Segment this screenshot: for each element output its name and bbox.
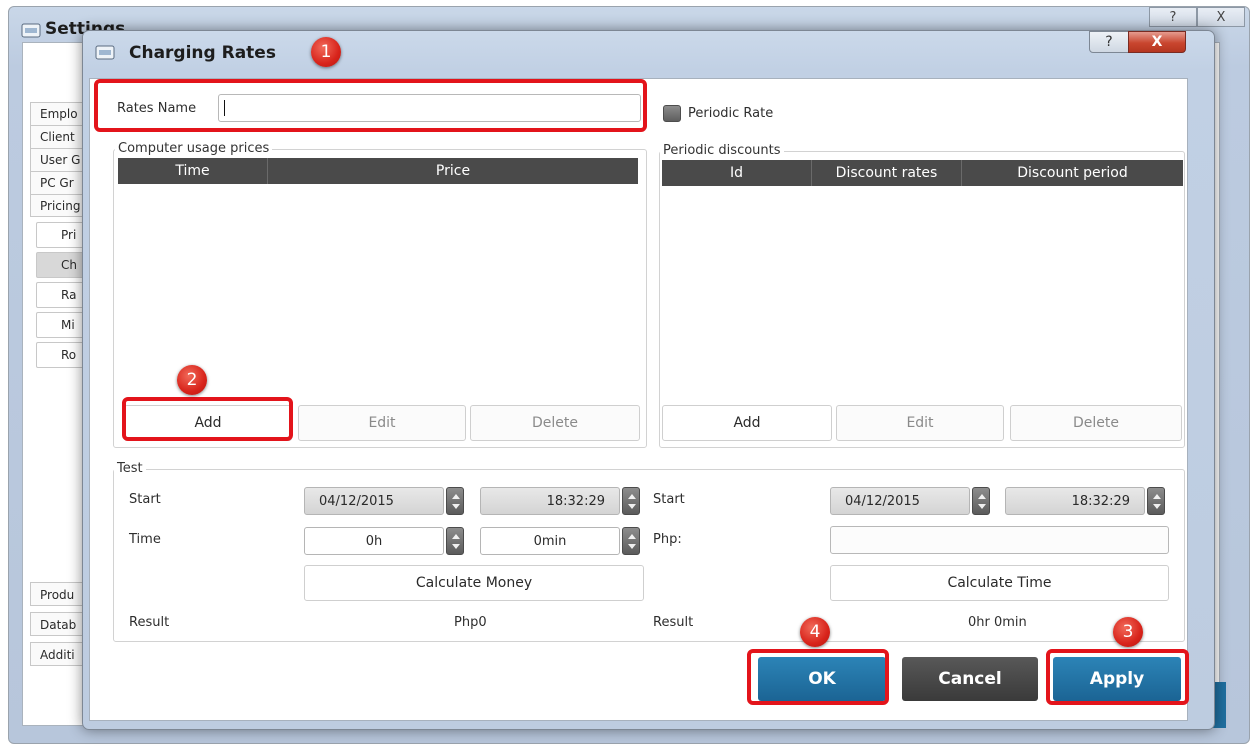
test-result-money: Php0 <box>454 615 487 630</box>
column-discount-rates[interactable]: Discount rates <box>812 160 962 186</box>
discount-delete-button[interactable]: Delete <box>1010 405 1182 441</box>
settings-window-controls: ? X <box>1149 7 1245 27</box>
test-result-label: Result <box>129 615 170 630</box>
sidebar-item-products[interactable]: Produ <box>30 582 90 606</box>
test-right-start-date-value: 04/12/2015 <box>845 493 920 509</box>
test-right-result-label: Result <box>653 615 694 630</box>
step-badge-3: 3 <box>1113 617 1143 647</box>
test-minutes-value: 0min <box>533 533 567 549</box>
usage-prices-title: Computer usage prices <box>115 141 273 156</box>
periodic-discounts-title: Periodic discounts <box>660 143 784 158</box>
test-result-time: 0hr 0min <box>968 615 1027 630</box>
close-icon: X <box>1216 9 1226 25</box>
sidebar-item-clients[interactable]: Client <box>30 125 90 148</box>
column-discount-period[interactable]: Discount period <box>962 160 1183 186</box>
usage-delete-button[interactable]: Delete <box>470 405 640 441</box>
sidebar-item-pricing[interactable]: Pricing <box>30 194 90 217</box>
test-right-start-time[interactable]: 18:32:29 <box>1005 487 1145 515</box>
test-start-date-spinner[interactable] <box>446 487 464 515</box>
usage-prices-header: Time Price <box>118 158 638 184</box>
calculate-money-button[interactable]: Calculate Money <box>304 565 644 601</box>
usage-add-button[interactable]: Add <box>124 405 292 441</box>
test-right-start-date-spinner[interactable] <box>972 487 990 515</box>
test-right-start-label: Start <box>653 492 685 507</box>
test-minutes-input[interactable]: 0min <box>480 527 620 555</box>
test-start-time-value: 18:32:29 <box>546 493 605 509</box>
step-badge-4: 4 <box>800 617 830 647</box>
column-time[interactable]: Time <box>118 158 268 184</box>
calculate-time-button[interactable]: Calculate Time <box>830 565 1169 601</box>
usage-edit-button[interactable]: Edit <box>298 405 466 441</box>
test-right-start-date[interactable]: 04/12/2015 <box>830 487 970 515</box>
test-start-label: Start <box>129 492 161 507</box>
dialog-body: Rates Name Periodic Rate Computer usage … <box>89 78 1188 721</box>
test-right-start-time-value: 18:32:29 <box>1071 493 1130 509</box>
sidebar-item-pc-groups[interactable]: PC Gr <box>30 171 90 194</box>
cancel-button[interactable]: Cancel <box>902 657 1038 701</box>
rates-name-input[interactable] <box>218 94 641 122</box>
sidebar-item-additional[interactable]: Additi <box>30 642 90 666</box>
close-icon: X <box>1151 34 1163 50</box>
dialog-close-button[interactable]: X <box>1128 31 1186 53</box>
settings-help-button[interactable]: ? <box>1149 7 1197 27</box>
test-start-date[interactable]: 04/12/2015 <box>304 487 444 515</box>
test-hours-value: 0h <box>365 533 383 549</box>
ok-button[interactable]: OK <box>758 657 886 701</box>
rates-name-label: Rates Name <box>117 101 197 116</box>
periodic-discounts-list[interactable] <box>662 186 1183 402</box>
test-start-time[interactable]: 18:32:29 <box>480 487 620 515</box>
sidebar-item-employees[interactable]: Emplo <box>30 102 90 125</box>
step-badge-1: 1 <box>311 37 341 67</box>
text-caret <box>224 100 225 116</box>
discount-add-button[interactable]: Add <box>662 405 832 441</box>
sidebar-item-user-groups[interactable]: User G <box>30 148 90 171</box>
test-title: Test <box>114 461 146 476</box>
dialog-title: Charging Rates <box>129 43 276 63</box>
test-hours-input[interactable]: 0h <box>304 527 444 555</box>
test-start-time-spinner[interactable] <box>622 487 640 515</box>
test-php-input[interactable] <box>830 526 1169 554</box>
app-icon <box>21 23 41 38</box>
periodic-discounts-header: Id Discount rates Discount period <box>662 160 1183 186</box>
apply-button[interactable]: Apply <box>1053 657 1181 701</box>
app-icon <box>95 45 115 60</box>
sidebar-item-database[interactable]: Datab <box>30 612 90 636</box>
help-icon: ? <box>1105 34 1113 50</box>
charging-rates-dialog: Charging Rates ? X Rates Name Periodic R… <box>82 30 1215 730</box>
periodic-rate-checkbox[interactable] <box>663 105 681 122</box>
test-start-date-value: 04/12/2015 <box>319 493 394 509</box>
column-price[interactable]: Price <box>268 158 638 184</box>
help-icon: ? <box>1169 9 1177 25</box>
test-right-start-time-spinner[interactable] <box>1147 487 1165 515</box>
settings-sidebar: Emplo Client User G PC Gr Pricing Pri Ch… <box>30 102 90 372</box>
step-badge-2: 2 <box>177 365 207 395</box>
test-minutes-spinner[interactable] <box>622 527 640 555</box>
settings-close-button[interactable]: X <box>1197 7 1245 27</box>
dialog-help-button[interactable]: ? <box>1089 31 1129 53</box>
test-hours-spinner[interactable] <box>446 527 464 555</box>
discount-edit-button[interactable]: Edit <box>836 405 1004 441</box>
periodic-rate-label: Periodic Rate <box>688 106 774 121</box>
test-time-label: Time <box>129 532 161 547</box>
test-php-label: Php: <box>653 532 682 547</box>
column-id[interactable]: Id <box>662 160 812 186</box>
